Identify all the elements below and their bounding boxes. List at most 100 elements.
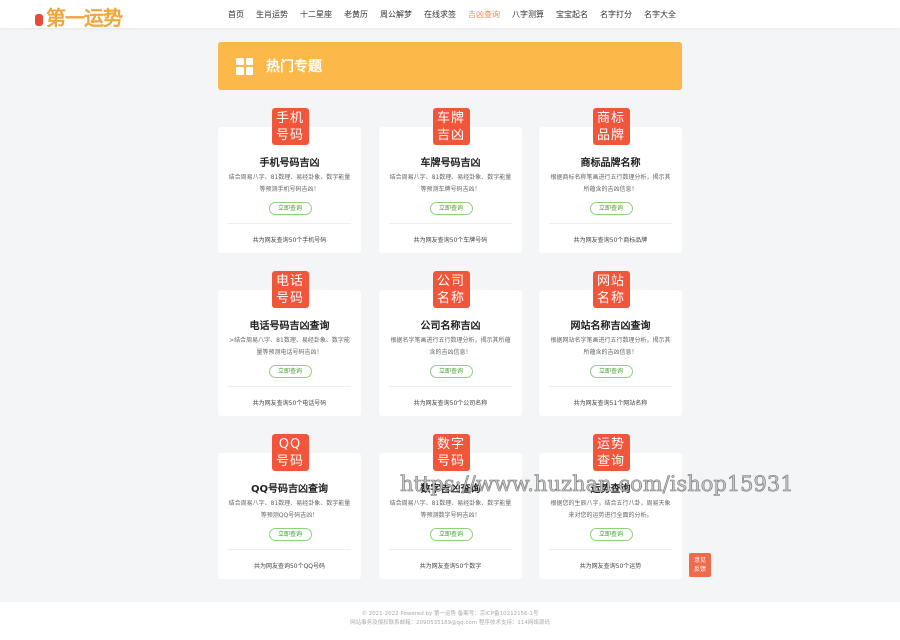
badge-line: 品牌 bbox=[596, 128, 625, 143]
footer-copyright: © 2021-2022 Powered by 第一运势 备案号：京ICP备102… bbox=[361, 611, 539, 617]
topic-title[interactable]: 商标品牌名称 bbox=[539, 154, 682, 169]
topic-description: 根据您的生辰八字，结合五行八卦，周易天象来对您的运势进行全面的分析。 bbox=[550, 500, 671, 519]
query-now-button[interactable]: 立即查询 bbox=[268, 528, 312, 541]
nav-item[interactable]: 首页 bbox=[228, 9, 244, 20]
query-count: 共为网友查询50个数字 bbox=[419, 563, 482, 570]
divider bbox=[389, 549, 512, 550]
logo-text: 第一运势 bbox=[46, 6, 123, 30]
nav-item[interactable]: 周公解梦 bbox=[380, 9, 412, 20]
topic-title[interactable]: 数字吉凶查询 bbox=[379, 480, 522, 495]
nav-item[interactable]: 生肖运势 bbox=[256, 9, 288, 20]
footer: © 2021-2022 Powered by 第一运势 备案号：京ICP备102… bbox=[0, 602, 900, 640]
nav-item[interactable]: 老黄历 bbox=[344, 9, 368, 20]
feedback-label-2: 反馈 bbox=[693, 566, 706, 573]
divider bbox=[549, 223, 672, 224]
query-count: 共为网友查询50个电话号码 bbox=[252, 400, 327, 407]
query-now-button[interactable]: 立即查询 bbox=[429, 365, 473, 378]
query-now-button[interactable]: 立即查询 bbox=[268, 365, 312, 378]
nav-item[interactable]: 名字大全 bbox=[644, 9, 676, 20]
topic-title[interactable]: QQ号码吉凶查询 bbox=[218, 480, 361, 495]
header: 第一运势 首页 生肖运势 十二星座 老黄历 周公解梦 在线求签 吉凶查询 八字测算 宝宝起名 名字… bbox=[0, 0, 900, 31]
topic-title[interactable]: 手机号码吉凶 bbox=[218, 154, 361, 169]
topic-title[interactable]: 公司名称吉凶 bbox=[379, 317, 522, 332]
badge-line: 名称 bbox=[596, 291, 625, 306]
badge-line: 号码 bbox=[275, 128, 304, 143]
query-count: 共为网友查询50个运势 bbox=[579, 563, 642, 570]
divider bbox=[389, 386, 512, 387]
nav-item[interactable]: 吉凶查询 bbox=[468, 9, 500, 20]
topic-card: 网站名称 网站名称吉凶查询 根据网站名字笔画进行五行数理分析，揭示其所蕴含的吉凶… bbox=[539, 271, 682, 416]
query-count: 共为网友查询50个商标品牌 bbox=[573, 237, 648, 244]
topic-card: 车牌 吉凶 车牌号码吉凶 结合周易八字、81数理、易经卦象、数字能量等预测车牌号码… bbox=[379, 108, 522, 253]
topic-description: 结合周易八字、81数理、易经卦象、数字能量等预测手机号码吉凶！ bbox=[228, 174, 351, 193]
badge-line: 网站 bbox=[596, 274, 625, 289]
badge-line: 运势 bbox=[596, 437, 625, 452]
badge-line: 电话 bbox=[275, 274, 304, 289]
query-now-button[interactable]: 立即查询 bbox=[268, 202, 312, 215]
badge-line: 数字 bbox=[436, 437, 465, 452]
topic-description: 根据名字笔画进行五行数理分析，揭示其所蕴含的吉凶信息！ bbox=[390, 337, 511, 356]
topic-card: 公司 名称 公司名称吉凶 根据名字笔画进行五行数理分析，揭示其所蕴含的吉凶信息！ … bbox=[379, 271, 522, 416]
divider bbox=[228, 386, 351, 387]
feedback-label-1: 意见 bbox=[693, 557, 706, 564]
topic-badge-icon[interactable]: 商标 品牌 bbox=[592, 108, 630, 145]
topic-description: 结合周易八字、81数理、易经卦象、数字能量等预测数字号码吉凶！ bbox=[389, 500, 512, 519]
logo[interactable]: 第一运势 bbox=[35, 2, 123, 31]
nav-item[interactable]: 十二星座 bbox=[300, 9, 332, 20]
divider bbox=[549, 549, 672, 550]
topic-badge-icon[interactable]: 手机 号码 bbox=[271, 108, 309, 145]
topic-card: 手机 号码 手机号码吉凶 结合周易八字、81数理、易经卦象、数字能量等预测手机号码… bbox=[218, 108, 361, 253]
topic-badge-icon[interactable]: QQ 号码 bbox=[271, 434, 309, 471]
topic-card: 运势 查询 运势查询 根据您的生辰八字，结合五行八卦，周易天象来对您的运势进行全面… bbox=[539, 434, 682, 579]
topic-card: QQ 号码 QQ号码吉凶查询 结合周易八字、81数理、易经卦象、数字能量等预测QQ… bbox=[218, 434, 361, 579]
topic-title[interactable]: 网站名称吉凶查询 bbox=[539, 317, 682, 332]
query-now-button[interactable]: 立即查询 bbox=[429, 202, 473, 215]
topic-description: 结合周易八字、81数理、易经卦象、数字能量等预测QQ号码吉凶！ bbox=[228, 500, 351, 519]
grid-icon bbox=[236, 57, 253, 75]
divider bbox=[228, 549, 351, 550]
topic-badge-icon[interactable]: 电话 号码 bbox=[271, 271, 309, 308]
topic-description: 结合周易八字、81数理、易经卦象、数字能量等预测车牌号码吉凶！ bbox=[389, 174, 512, 193]
query-now-button[interactable]: 立即查询 bbox=[589, 202, 633, 215]
topic-badge-icon[interactable]: 运势 查询 bbox=[592, 434, 630, 471]
badge-line: 号码 bbox=[275, 291, 304, 306]
query-count: 共为网友查询50个公司名称 bbox=[413, 400, 488, 407]
nav-item[interactable]: 名字打分 bbox=[600, 9, 632, 20]
nav-item[interactable]: 在线求签 bbox=[424, 9, 456, 20]
topic-badge-icon[interactable]: 公司 名称 bbox=[432, 271, 470, 308]
query-count: 共为网友查询51个网站名称 bbox=[573, 400, 648, 407]
query-now-button[interactable]: 立即查询 bbox=[429, 528, 473, 541]
nav-item[interactable]: 宝宝起名 bbox=[556, 9, 588, 20]
topic-badge-icon[interactable]: 数字 号码 bbox=[432, 434, 470, 471]
divider bbox=[549, 386, 672, 387]
topic-title[interactable]: 车牌号码吉凶 bbox=[379, 154, 522, 169]
query-count: 共为网友查询50个手机号码 bbox=[252, 237, 327, 244]
query-count: 共为网友查询50个车牌号码 bbox=[413, 237, 488, 244]
topic-description: >结合周易八字、81数理、易经卦象、数字能量等预测电话号码吉凶！ bbox=[229, 337, 350, 356]
topic-description: 根据网站名字笔画进行五行数理分析，揭示其所蕴含的吉凶信息！ bbox=[550, 337, 671, 356]
logo-seal-icon bbox=[35, 13, 43, 26]
badge-line: 公司 bbox=[436, 274, 465, 289]
badge-line: 查询 bbox=[596, 454, 625, 469]
feedback-button[interactable]: 意见 反馈 bbox=[689, 553, 711, 577]
badge-line: 名称 bbox=[436, 291, 465, 306]
badge-line: 号码 bbox=[436, 454, 465, 469]
badge-line: QQ bbox=[278, 437, 302, 452]
badge-line: 吉凶 bbox=[436, 128, 465, 143]
topic-card: 电话号码 电话号码吉凶查询 >结合周易八字、81数理、易经卦象、数字能量等预测电… bbox=[218, 271, 361, 416]
hot-topics-banner: 热门专题 bbox=[218, 42, 682, 90]
divider bbox=[228, 223, 351, 224]
topic-card: 商标 品牌 商标品牌名称 根据商标名称笔画进行五行数理分析，揭示其所蕴含的吉凶信息… bbox=[539, 108, 682, 253]
topic-description: 根据商标名称笔画进行五行数理分析，揭示其所蕴含的吉凶信息！ bbox=[550, 174, 671, 193]
query-count: 共为网友查询50个QQ号码 bbox=[253, 563, 326, 570]
topic-badge-icon[interactable]: 网站 名称 bbox=[592, 271, 630, 308]
query-now-button[interactable]: 立即查询 bbox=[589, 528, 633, 541]
topic-badge-icon[interactable]: 车牌 吉凶 bbox=[432, 108, 470, 145]
topic-title[interactable]: 电话号码吉凶查询 bbox=[218, 317, 361, 332]
banner-title: 热门专题 bbox=[266, 59, 322, 75]
nav-item[interactable]: 八字测算 bbox=[512, 9, 544, 20]
topic-card: 数字号码 数字吉凶查询 结合周易八字、81数理、易经卦象、数字能量等预测数字号码… bbox=[379, 434, 522, 579]
divider bbox=[389, 223, 512, 224]
query-now-button[interactable]: 立即查询 bbox=[589, 365, 633, 378]
topic-title[interactable]: 运势查询 bbox=[539, 480, 682, 495]
